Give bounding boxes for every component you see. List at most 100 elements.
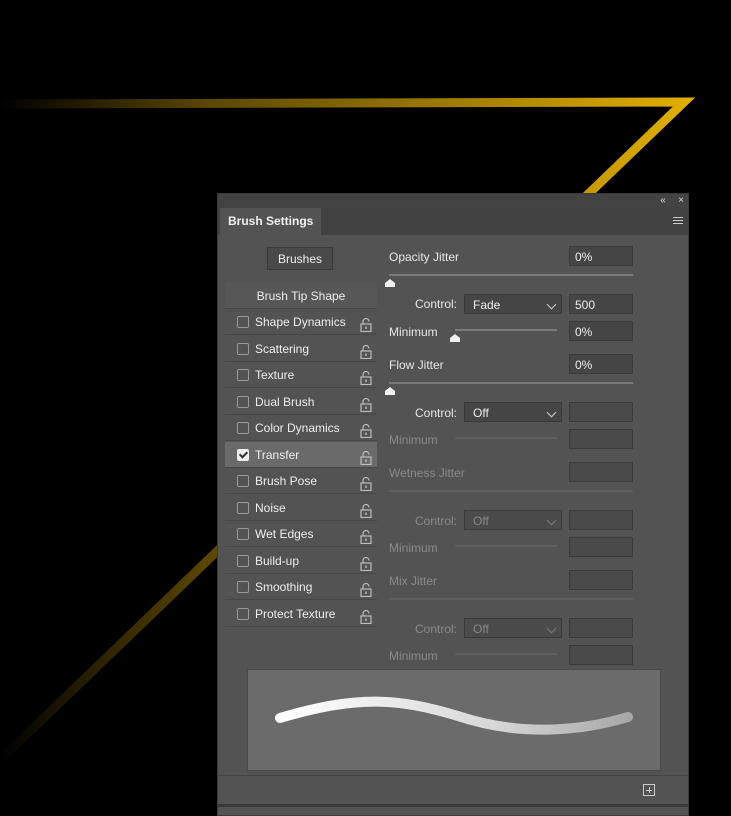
flow-jitter-field[interactable]: 0% bbox=[569, 354, 633, 374]
sidebar-item-scattering[interactable]: Scattering bbox=[225, 336, 377, 362]
lock-icon[interactable] bbox=[360, 474, 372, 492]
sidebar-item-label: Brush Tip Shape bbox=[256, 289, 346, 303]
sidebar-item-label: Wet Edges bbox=[255, 527, 314, 541]
wetness-jitter-field bbox=[569, 462, 633, 482]
preview-stroke bbox=[275, 696, 633, 735]
opacity-jitter-slider-thumb[interactable] bbox=[385, 279, 395, 287]
lock-icon[interactable] bbox=[360, 448, 372, 465]
sidebar-item-label: Shape Dynamics bbox=[255, 315, 346, 329]
brush-stroke-preview bbox=[247, 669, 661, 771]
flow-jitter-slider-thumb[interactable] bbox=[385, 387, 395, 395]
fade-steps-field[interactable]: 500 bbox=[569, 294, 633, 314]
mix-minimum-slider bbox=[455, 653, 557, 655]
flow-jitter-slider[interactable] bbox=[389, 382, 633, 384]
flow-minimum-slider bbox=[455, 437, 557, 439]
opacity-jitter-field[interactable]: 0% bbox=[569, 246, 633, 266]
opacity-jitter-slider[interactable] bbox=[389, 274, 633, 276]
opacity-jitter-label: Opacity Jitter bbox=[389, 250, 460, 264]
panel-title-bar[interactable]: « × bbox=[218, 194, 688, 208]
sidebar-item-build-up[interactable]: Build-up bbox=[225, 548, 377, 574]
chevron-down-icon bbox=[546, 515, 557, 526]
opacity-control-label: Control: bbox=[415, 297, 458, 311]
smoothing-checkbox[interactable] bbox=[237, 581, 249, 593]
sidebar-item-label: Build-up bbox=[255, 553, 300, 568]
sidebar-item-smoothing[interactable]: Smoothing bbox=[225, 574, 377, 600]
flow-jitter-label: Flow Jitter bbox=[389, 358, 444, 372]
close-icon[interactable]: × bbox=[674, 194, 688, 208]
sidebar-item-wet-edges[interactable]: Wet Edges bbox=[225, 521, 377, 547]
lock-icon[interactable] bbox=[360, 368, 372, 386]
lock-icon[interactable] bbox=[360, 342, 372, 359]
scattering-checkbox[interactable] bbox=[237, 342, 249, 355]
lock-icon[interactable] bbox=[360, 421, 372, 439]
mix-control-select: Off bbox=[464, 618, 562, 638]
lock-icon[interactable] bbox=[360, 527, 372, 545]
flow-minimum-label: Minimum bbox=[389, 433, 438, 447]
opacity-minimum-slider[interactable] bbox=[455, 329, 557, 331]
wetness-control-value: Off bbox=[473, 514, 489, 528]
lock-icon[interactable] bbox=[360, 607, 372, 624]
flow-control-select[interactable]: Off bbox=[464, 402, 562, 422]
wetness-minimum-label: Minimum bbox=[389, 541, 438, 555]
brush-settings-panel: « × Brush Settings Brushes Brush Tip Sha… bbox=[217, 193, 689, 816]
sidebar-item-color-dynamics[interactable]: Color Dynamics bbox=[225, 415, 377, 441]
lock-icon[interactable] bbox=[360, 315, 372, 333]
sidebar-item-texture[interactable]: Texture bbox=[225, 362, 377, 388]
dual-brush-checkbox[interactable] bbox=[237, 395, 249, 408]
wetness-jitter-slider bbox=[389, 490, 633, 492]
shape-dynamics-checkbox[interactable] bbox=[237, 316, 249, 328]
flow-control-field bbox=[569, 402, 633, 422]
lock-icon[interactable] bbox=[360, 501, 372, 518]
sidebar-item-protect-texture[interactable]: Protect Texture bbox=[225, 601, 377, 627]
wetness-control-label: Control: bbox=[415, 514, 458, 528]
lock-icon[interactable] bbox=[360, 554, 372, 571]
sidebar-item-shape-dynamics[interactable]: Shape Dynamics bbox=[225, 309, 377, 335]
flow-control-label: Control: bbox=[415, 406, 458, 420]
brushes-button[interactable]: Brushes bbox=[267, 247, 333, 270]
sidebar-item-label: Brush Pose bbox=[255, 474, 318, 488]
opacity-control-select[interactable]: Fade bbox=[464, 294, 562, 314]
flow-control-value: Off bbox=[473, 406, 489, 420]
sidebar-item-label: Texture bbox=[255, 368, 295, 382]
mix-control-label: Control: bbox=[415, 622, 458, 636]
sidebar-item-label: Dual Brush bbox=[255, 394, 315, 409]
sidebar-item-brush-tip-shape[interactable]: Brush Tip Shape bbox=[225, 283, 377, 309]
sidebar-item-transfer[interactable]: Transfer bbox=[225, 441, 377, 468]
lock-icon[interactable] bbox=[360, 580, 372, 598]
wetness-minimum-slider bbox=[455, 545, 557, 547]
sidebar-item-noise[interactable]: Noise bbox=[225, 495, 377, 521]
chevron-down-icon bbox=[546, 623, 557, 634]
panel-menu-icon[interactable] bbox=[673, 215, 683, 227]
sidebar-item-label: Smoothing bbox=[255, 580, 313, 594]
opacity-minimum-label: Minimum bbox=[389, 325, 438, 339]
wet-edges-checkbox[interactable] bbox=[237, 528, 249, 540]
brush-pose-checkbox[interactable] bbox=[237, 475, 249, 487]
sidebar-item-label: Protect Texture bbox=[255, 606, 336, 621]
create-new-brush-icon[interactable] bbox=[643, 784, 655, 796]
chevron-down-icon bbox=[546, 299, 557, 310]
wetness-jitter-label: Wetness Jitter bbox=[389, 466, 465, 480]
mix-control-value: Off bbox=[473, 622, 489, 636]
opacity-minimum-field[interactable]: 0% bbox=[569, 321, 633, 341]
protect-texture-checkbox[interactable] bbox=[237, 607, 249, 620]
sidebar-item-dual-brush[interactable]: Dual Brush bbox=[225, 389, 377, 415]
sidebar-item-label: Transfer bbox=[255, 447, 300, 462]
brush-settings-sidebar: Brush Tip Shape Shape Dynamics Scattering… bbox=[225, 283, 377, 627]
wetness-control-field bbox=[569, 510, 633, 530]
sidebar-item-brush-pose[interactable]: Brush Pose bbox=[225, 468, 377, 494]
sidebar-item-label: Scattering bbox=[255, 341, 310, 356]
transfer-checkbox[interactable] bbox=[237, 448, 249, 461]
tab-brush-settings[interactable]: Brush Settings bbox=[220, 208, 322, 235]
panel-resize-strip[interactable] bbox=[218, 804, 688, 807]
color-dynamics-checkbox[interactable] bbox=[237, 422, 249, 434]
wetness-minimum-field bbox=[569, 537, 633, 557]
collapse-icon[interactable]: « bbox=[656, 194, 670, 208]
mix-jitter-field bbox=[569, 570, 633, 590]
noise-checkbox[interactable] bbox=[237, 501, 249, 514]
mix-minimum-field bbox=[569, 645, 633, 665]
opacity-minimum-slider-thumb[interactable] bbox=[450, 334, 460, 342]
build-up-checkbox[interactable] bbox=[237, 554, 249, 567]
opacity-control-value: Fade bbox=[473, 298, 501, 312]
texture-checkbox[interactable] bbox=[237, 369, 249, 381]
lock-icon[interactable] bbox=[360, 395, 372, 412]
